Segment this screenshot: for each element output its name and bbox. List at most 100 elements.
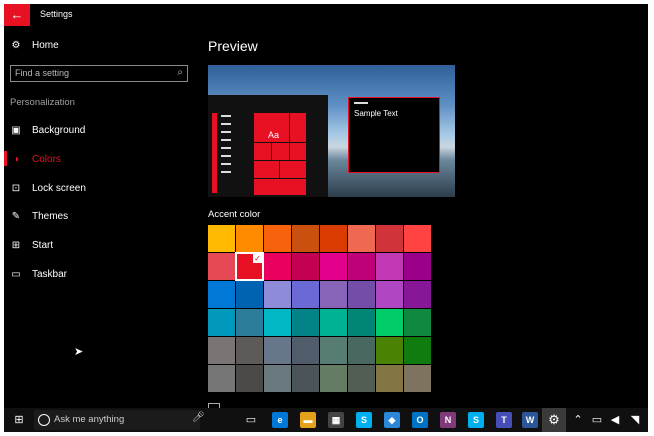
accent-swatch[interactable] <box>404 225 431 252</box>
accent-swatch[interactable] <box>348 225 375 252</box>
accent-swatch[interactable] <box>264 253 291 280</box>
accent-swatch[interactable] <box>292 253 319 280</box>
accent-swatch[interactable] <box>208 225 235 252</box>
accent-swatch[interactable] <box>320 281 347 308</box>
preview-menu-line <box>221 171 231 173</box>
accent-swatch[interactable] <box>208 309 235 336</box>
preview-window-line <box>354 102 368 104</box>
accent-swatch[interactable] <box>320 253 347 280</box>
task-view-button[interactable]: ▭ <box>242 408 260 432</box>
accent-swatch[interactable] <box>404 309 431 336</box>
preview-sample-text: Sample Text <box>354 109 398 118</box>
accent-swatch[interactable] <box>292 337 319 364</box>
accent-swatch[interactable] <box>348 365 375 392</box>
start-icon: ⊞ <box>11 240 21 251</box>
accent-swatch[interactable] <box>320 337 347 364</box>
selection-indicator <box>4 151 7 166</box>
wifi-icon[interactable]: ◥ <box>628 408 642 432</box>
accent-swatch[interactable] <box>320 309 347 336</box>
accent-swatch[interactable] <box>264 225 291 252</box>
sidebar-item-start[interactable]: ⊞ Start <box>10 240 53 251</box>
accent-swatch[interactable] <box>208 337 235 364</box>
preview-tile <box>271 142 291 162</box>
accent-color-heading: Accent color <box>208 209 261 220</box>
accent-swatch[interactable] <box>264 281 291 308</box>
search-icon: ⌕ <box>177 67 183 78</box>
edge-icon[interactable]: e <box>272 412 288 428</box>
preview-heading: Preview <box>208 38 258 54</box>
accent-swatch[interactable] <box>292 281 319 308</box>
preview-menu-line <box>221 123 231 125</box>
chevron-up-icon[interactable]: ⌃ <box>572 408 584 432</box>
back-button[interactable]: ← <box>4 4 30 26</box>
accent-swatch[interactable] <box>236 281 263 308</box>
cortana-search-box[interactable]: Ask me anything 🎤︎ <box>34 410 205 430</box>
section-heading: Personalization <box>10 97 75 108</box>
accent-swatch[interactable] <box>264 309 291 336</box>
accent-swatch[interactable] <box>264 337 291 364</box>
accent-swatch[interactable] <box>320 365 347 392</box>
accent-swatch[interactable] <box>376 309 403 336</box>
accent-swatch[interactable] <box>292 309 319 336</box>
accent-swatch[interactable] <box>404 365 431 392</box>
accent-swatch[interactable] <box>348 281 375 308</box>
preview-menu-line <box>221 147 231 149</box>
start-button[interactable]: ⊞ <box>8 408 30 432</box>
store-icon[interactable]: ▦ <box>328 412 344 428</box>
accent-swatch[interactable] <box>236 337 263 364</box>
app-icon[interactable]: ◆ <box>384 412 400 428</box>
accent-swatch[interactable] <box>404 337 431 364</box>
sidebar-item-lock-screen[interactable]: ⊡ Lock screen <box>10 183 86 194</box>
accent-color-grid: ✓ <box>208 225 432 393</box>
outlook-icon[interactable]: O <box>412 412 428 428</box>
sidebar-item-background[interactable]: ▣ Background <box>10 125 85 136</box>
settings-gear-icon: ⚙ <box>548 412 560 427</box>
sidebar-item-taskbar[interactable]: ▭ Taskbar <box>10 269 67 280</box>
accent-swatch[interactable] <box>292 365 319 392</box>
accent-swatch[interactable] <box>236 309 263 336</box>
preview-menu-line <box>221 155 231 157</box>
accent-swatch[interactable] <box>292 225 319 252</box>
accent-swatch[interactable] <box>348 309 375 336</box>
skype-business-icon[interactable]: S <box>468 412 484 428</box>
preview-tile <box>279 160 307 180</box>
accent-swatch[interactable] <box>404 253 431 280</box>
accent-swatch[interactable] <box>376 253 403 280</box>
battery-icon[interactable]: ▭ <box>590 408 604 432</box>
accent-swatch[interactable]: ✓ <box>235 252 264 281</box>
sidebar-item-label: Colors <box>32 154 61 165</box>
nav-home-label: Home <box>32 40 59 51</box>
accent-swatch[interactable] <box>376 281 403 308</box>
accent-swatch[interactable] <box>208 281 235 308</box>
sidebar-item-themes[interactable]: ✎ Themes <box>10 211 68 222</box>
sidebar-item-colors[interactable]: ◑ Colors <box>10 154 61 165</box>
accent-swatch[interactable] <box>264 365 291 392</box>
accent-swatch[interactable] <box>236 365 263 392</box>
accent-swatch[interactable] <box>348 337 375 364</box>
onenote-icon[interactable]: N <box>440 412 456 428</box>
accent-swatch[interactable] <box>404 281 431 308</box>
teams-icon[interactable]: T <box>496 412 512 428</box>
accent-swatch[interactable] <box>208 253 235 280</box>
accent-swatch[interactable] <box>236 225 263 252</box>
volume-icon[interactable]: ◀ <box>608 408 622 432</box>
accent-swatch[interactable] <box>376 365 403 392</box>
preview-tile <box>253 160 281 180</box>
themes-icon: ✎ <box>11 211 21 222</box>
accent-swatch[interactable] <box>348 253 375 280</box>
skype-icon[interactable]: S <box>356 412 372 428</box>
preview-menu-line <box>221 115 231 117</box>
search-input[interactable]: Find a setting ⌕ <box>10 65 188 82</box>
accent-swatch[interactable] <box>320 225 347 252</box>
accent-swatch[interactable] <box>376 337 403 364</box>
nav-home[interactable]: ⚙ Home <box>10 40 59 51</box>
word-icon[interactable]: W <box>522 412 538 428</box>
file-explorer-icon[interactable]: ▬ <box>300 412 316 428</box>
image-icon: ▣ <box>11 125 21 136</box>
cortana-icon <box>38 414 50 426</box>
accent-swatch[interactable] <box>208 365 235 392</box>
preview-tile <box>253 178 307 196</box>
preview-tile <box>289 112 307 144</box>
accent-swatch[interactable] <box>376 225 403 252</box>
theme-preview: Aa Sample Text <box>208 65 455 197</box>
